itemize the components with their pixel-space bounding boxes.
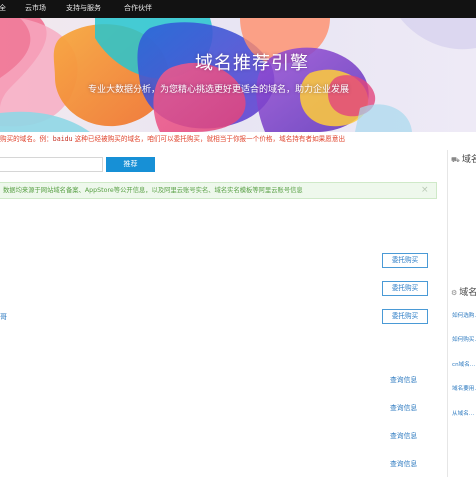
nav-item-partners[interactable]: 合作伙伴 <box>124 3 152 14</box>
domain-search-input[interactable] <box>0 157 103 172</box>
query-info-link[interactable]: 查询信息 <box>390 459 417 469</box>
sidebar-heading-help: ⚙ 域名 <box>451 287 476 299</box>
top-navigation: 全 云市场 支持与服务 合作伙伴 <box>0 0 476 18</box>
data-source-alert: 数据均来源于网站域名备案、AppStore等公开信息，以及阿里云账号实名、域名实… <box>0 182 437 199</box>
entrust-purchase-button[interactable]: 委托购买 <box>382 281 428 296</box>
notice-text-start: 购买的域名。例： <box>0 135 53 143</box>
query-info-link[interactable]: 查询信息 <box>390 375 417 385</box>
nav-item-cloud-market[interactable]: 云市场 <box>25 3 46 14</box>
hero-subtitle: 专业大数据分析，为您精心挑选更好更适合的域名，助力企业发展 <box>88 85 350 95</box>
sidebar-divider <box>447 150 448 477</box>
nav-item-partial[interactable]: 全 <box>0 3 6 14</box>
purchase-notice: 购买的域名。例：baidu 这种已经被购买的域名，咱们可以委托购买，就相当于你报… <box>0 133 452 145</box>
sidebar-help-link[interactable]: 如何购买... <box>452 336 476 344</box>
hero-banner: 域名推荐引擎 专业大数据分析，为您精心挑选更好更适合的域名，助力企业发展 <box>0 18 476 132</box>
notice-example-keyword: baidu <box>52 135 73 143</box>
cart-icon: ⛟ <box>451 156 460 164</box>
recommend-button[interactable]: 推荐 <box>106 157 155 172</box>
gear-icon: ⚙ <box>451 289 458 297</box>
entrust-purchase-button[interactable]: 委托购买 <box>382 253 428 268</box>
close-icon[interactable]: × <box>421 185 429 196</box>
hero-background-art <box>0 18 476 132</box>
sidebar-help-link[interactable]: cn域名... <box>452 361 475 369</box>
result-row-fragment: 哥 <box>0 313 7 321</box>
alert-text: 数据均来源于网站域名备案、AppStore等公开信息，以及阿里云账号实名、域名实… <box>3 187 303 194</box>
sidebar-help-link[interactable]: 域名要用... <box>452 385 476 393</box>
hero-title: 域名推荐引擎 <box>195 53 309 74</box>
sidebar-heading-label: 域名 <box>461 155 476 165</box>
nav-item-support[interactable]: 支持与服务 <box>66 3 101 14</box>
sidebar-heading-label: 域名 <box>459 288 476 298</box>
sidebar-help-link[interactable]: 如何选购... <box>452 312 476 320</box>
sidebar-help-link[interactable]: 从域名... <box>452 410 474 418</box>
entrust-purchase-button[interactable]: 委托购买 <box>382 309 428 324</box>
query-info-link[interactable]: 查询信息 <box>390 431 417 441</box>
notice-text-end: 这种已经被购买的域名，咱们可以委托购买，就相当于你报一个价格，域名持有者如果愿意… <box>72 135 346 143</box>
sidebar-heading-domains: ⛟ 域名 <box>451 154 476 166</box>
query-info-link[interactable]: 查询信息 <box>390 403 417 413</box>
